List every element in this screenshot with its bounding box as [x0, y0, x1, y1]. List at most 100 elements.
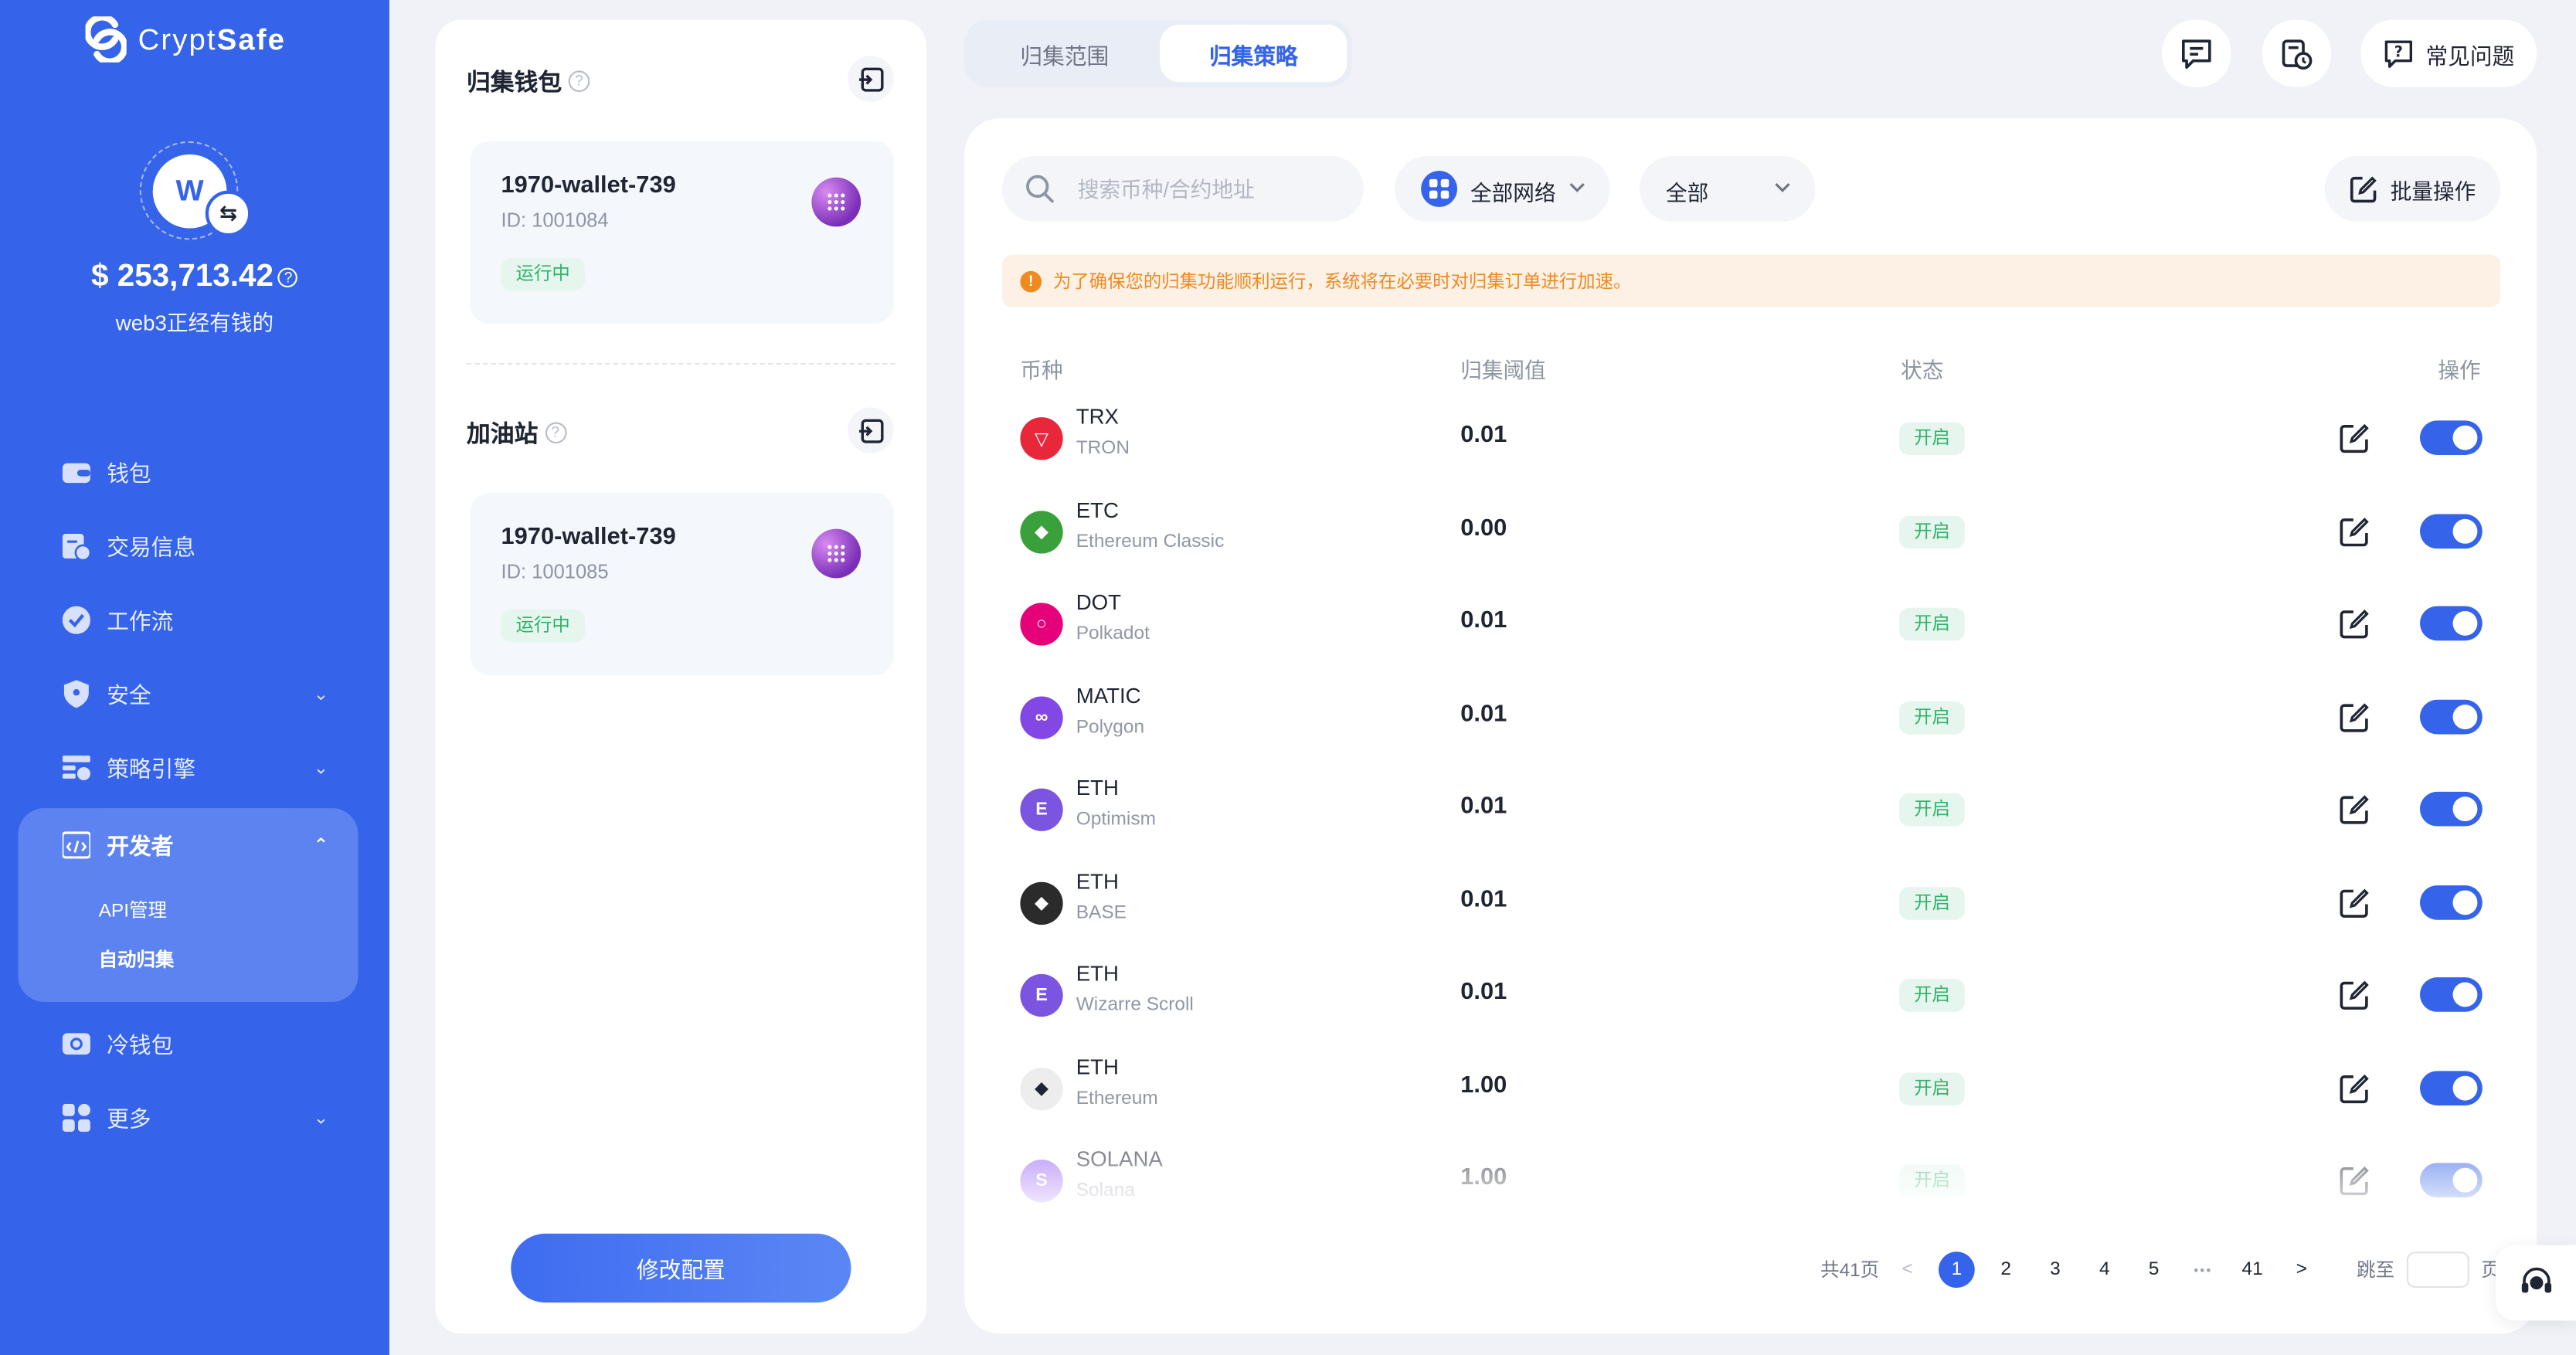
chevron-up-icon: ⌃ [313, 835, 329, 855]
edit-icon[interactable] [2338, 1071, 2371, 1105]
wallet-icon [62, 462, 90, 483]
help-icon[interactable]: ? [278, 267, 298, 288]
enable-toggle[interactable] [2420, 977, 2483, 1012]
code-icon [62, 830, 90, 858]
sidebar-item-developer[interactable]: 开发者 ⌃ [62, 828, 329, 861]
enable-toggle[interactable] [2420, 884, 2483, 919]
edit-icon[interactable] [2338, 886, 2371, 919]
sidebar-item-workflow[interactable]: 工作流 [62, 603, 328, 636]
section-title: 加油站 [466, 422, 539, 449]
search-box[interactable] [1002, 155, 1364, 222]
pagination-ellipsis[interactable]: ••• [2182, 1251, 2224, 1288]
edit-icon[interactable] [2338, 608, 2371, 641]
help-icon[interactable]: ? [544, 422, 566, 444]
status-badge: 运行中 [501, 257, 585, 291]
brand-name: CryptSafe [138, 22, 287, 56]
pagination-page-last[interactable]: 41 [2234, 1251, 2271, 1288]
sidebar-item-security[interactable]: 安全 ⌄ [63, 677, 328, 710]
sidebar-item-cold-wallet[interactable]: 冷钱包 [62, 1027, 328, 1060]
status-badge: 开启 [1898, 422, 1966, 455]
account-name: web3正经有钱的 [115, 310, 274, 335]
enable-toggle[interactable] [2420, 420, 2483, 455]
notice-text: 为了确保您的归集功能顺利运行，系统将在必要时对归集订单进行加速。 [1052, 272, 1632, 293]
status-badge: 运行中 [501, 609, 585, 643]
coin-symbol: ETC [1076, 497, 1119, 522]
coin-network: Wizarre Scroll [1076, 995, 1194, 1016]
network-grid-icon [1421, 171, 1458, 207]
sidebar-subitem-auto-collect[interactable]: 自动归集 [99, 946, 175, 973]
sidebar: CryptSafe W ⇆ $ 253,713.42? web3正经有钱的 钱包… [0, 0, 389, 1355]
table-row: ◆ ETH BASE 0.01 开启 [1002, 858, 2500, 950]
edit-icon[interactable] [2338, 979, 2371, 1012]
sidebar-item-label: 安全 [107, 683, 151, 708]
gas-station-card[interactable]: 1970-wallet-739 ID: 1001085 运行中 [470, 492, 894, 675]
wallet-id: ID: 1001085 [501, 560, 609, 583]
coin-symbol: DOT [1076, 589, 1122, 615]
pagination-next-button[interactable]: > [2284, 1251, 2320, 1288]
tab-collect-strategy[interactable]: 归集策略 [1160, 24, 1347, 83]
search-input[interactable] [1077, 155, 1358, 222]
sidebar-item-label: 策略引擎 [107, 757, 196, 783]
switch-icon [859, 66, 884, 91]
sidebar-subitem-api[interactable]: API管理 [99, 897, 167, 923]
search-icon [1026, 175, 1054, 203]
network-filter-dropdown[interactable]: 全部网络 [1395, 155, 1610, 222]
switch-gas-wallet-button[interactable] [848, 407, 894, 453]
enable-toggle[interactable] [2420, 606, 2483, 641]
acceleration-notice: ! 为了确保您的归集功能顺利运行，系统将在必要时对归集订单进行加速。 [1002, 254, 2501, 307]
sidebar-item-wallet[interactable]: 钱包 [62, 455, 328, 488]
faq-button[interactable]: ? 常见问题 [2360, 19, 2537, 87]
divider [466, 362, 895, 365]
pagination-page-3[interactable]: 3 [2037, 1251, 2074, 1288]
table-row: E ETH Wizarre Scroll 0.01 开启 [1002, 951, 2500, 1043]
switch-wallet-button[interactable] [848, 56, 894, 102]
avatar[interactable]: W ⇆ [139, 141, 252, 240]
transaction-icon [62, 532, 90, 559]
pagination-page-1[interactable]: 1 [1939, 1251, 1975, 1288]
records-button[interactable] [2262, 19, 2332, 87]
enable-toggle[interactable] [2420, 698, 2483, 734]
messages-button[interactable] [2162, 19, 2231, 87]
sidebar-item-strategy[interactable]: 策略引擎 ⌄ [62, 751, 328, 784]
sidebar-item-transactions[interactable]: 交易信息 [62, 529, 328, 562]
pagination-jump-label: 跳至 [2357, 1261, 2395, 1282]
edit-icon[interactable] [2338, 422, 2371, 455]
wallet-id: ID: 1001084 [501, 209, 609, 232]
tab-collect-scope[interactable]: 归集范围 [970, 25, 1161, 82]
coin-icon: E [1020, 973, 1063, 1017]
collect-wallet-card[interactable]: 1970-wallet-739 ID: 1001084 运行中 [470, 141, 894, 324]
pagination-prev-button[interactable]: < [1889, 1251, 1925, 1288]
enable-toggle[interactable] [2420, 1070, 2483, 1105]
edit-icon[interactable] [2338, 793, 2371, 827]
pagination-page-2[interactable]: 2 [1988, 1251, 2024, 1288]
enable-toggle[interactable] [2420, 791, 2483, 827]
chevron-down-icon [1569, 183, 1585, 192]
modify-config-button[interactable]: 修改配置 [511, 1233, 851, 1303]
message-icon [2182, 39, 2211, 68]
edit-icon[interactable] [2338, 701, 2371, 734]
headset-icon [2520, 1267, 2551, 1293]
edit-icon[interactable] [2338, 515, 2371, 548]
chevron-down-icon [1775, 183, 1790, 192]
coin-network: BASE [1076, 902, 1127, 922]
enable-toggle[interactable] [2420, 513, 2483, 548]
record-clock-icon [2282, 39, 2313, 69]
customer-support-button[interactable] [2495, 1245, 2576, 1321]
coin-symbol: ETH [1076, 1054, 1119, 1078]
collect-threshold: 0.01 [1460, 607, 1507, 634]
brand[interactable]: CryptSafe [85, 16, 287, 63]
help-icon[interactable]: ? [568, 70, 590, 93]
status-badge: 开启 [1898, 1071, 1966, 1105]
bulk-operation-button[interactable]: 批量操作 [2324, 155, 2501, 222]
collect-threshold: 0.01 [1460, 700, 1507, 727]
wallet-avatar-icon [811, 528, 861, 579]
status-filter-dropdown[interactable]: 全部 [1640, 155, 1816, 222]
coin-network: Optimism [1076, 810, 1156, 830]
pagination-jump-input[interactable] [2406, 1251, 2469, 1288]
coin-icon: ∞ [1020, 695, 1063, 739]
pagination-page-4[interactable]: 4 [2086, 1251, 2122, 1288]
pagination-page-5[interactable]: 5 [2136, 1251, 2172, 1288]
collect-threshold: 0.01 [1460, 793, 1507, 820]
swap-account-icon[interactable]: ⇆ [205, 190, 252, 237]
sidebar-item-more[interactable]: 更多 ⌄ [62, 1101, 328, 1134]
